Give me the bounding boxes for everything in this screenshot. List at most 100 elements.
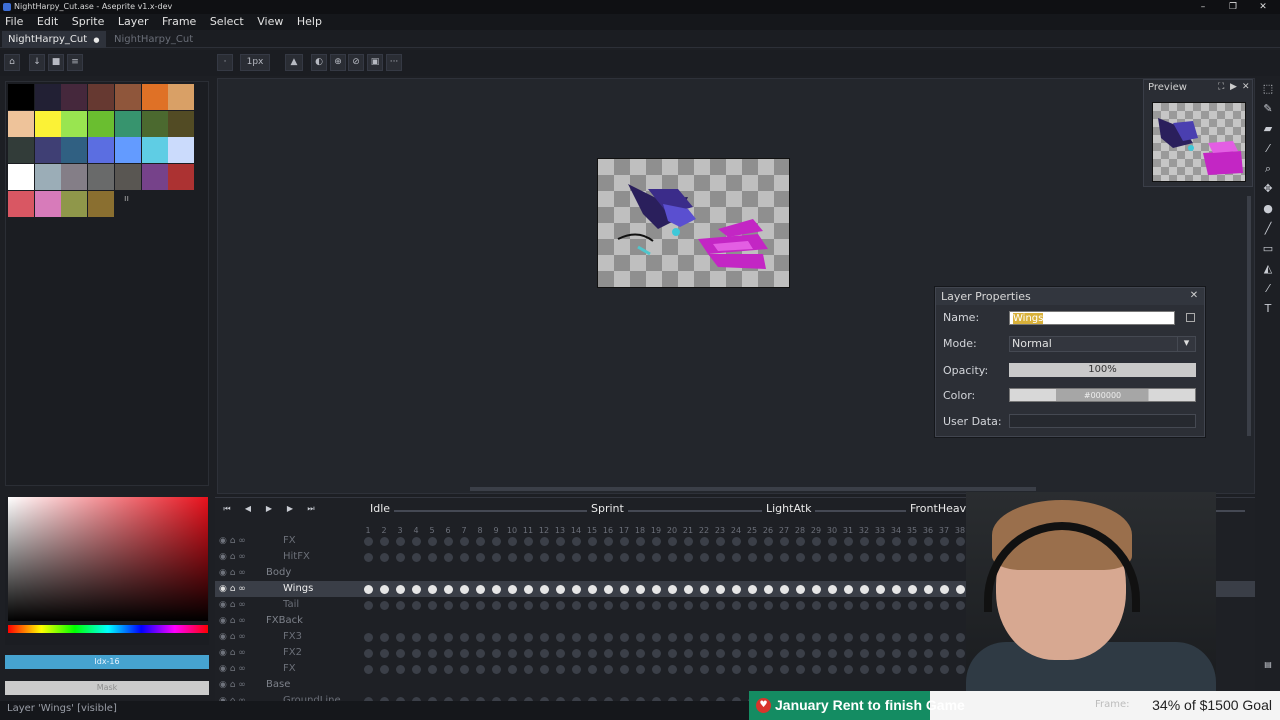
cel[interactable] — [780, 585, 789, 594]
palette-swatch[interactable] — [88, 190, 115, 217]
cel[interactable] — [412, 601, 421, 610]
cel[interactable] — [652, 537, 661, 546]
cel[interactable] — [892, 537, 901, 546]
cel[interactable] — [700, 537, 709, 546]
cel[interactable] — [380, 665, 389, 674]
layer-name[interactable]: HitFX — [283, 549, 310, 565]
cel[interactable] — [748, 585, 757, 594]
cel[interactable] — [428, 537, 437, 546]
cel[interactable] — [716, 585, 725, 594]
cel[interactable] — [716, 537, 725, 546]
cel[interactable] — [412, 553, 421, 562]
cel[interactable] — [684, 649, 693, 658]
cel[interactable] — [524, 537, 533, 546]
cel[interactable] — [524, 649, 533, 658]
cel[interactable] — [444, 633, 453, 642]
cel[interactable] — [716, 601, 725, 610]
cel[interactable] — [700, 601, 709, 610]
cel[interactable] — [492, 553, 501, 562]
stamp-icon[interactable]: ▲ — [285, 54, 303, 71]
cel[interactable] — [588, 633, 597, 642]
background-color-bar[interactable]: Mask — [5, 681, 209, 695]
tag-lightatk[interactable]: LightAtk — [762, 502, 816, 516]
cel[interactable] — [572, 537, 581, 546]
cel[interactable] — [924, 649, 933, 658]
cel[interactable] — [780, 537, 789, 546]
cel[interactable] — [396, 633, 405, 642]
layer-visibility-lock-icons[interactable]: ◉ ⌂ ∞ — [219, 677, 267, 693]
cel[interactable] — [492, 601, 501, 610]
palette-swatch[interactable] — [168, 110, 195, 137]
palette-swatch[interactable] — [168, 164, 195, 191]
download-icon[interactable]: ↓ — [29, 54, 45, 71]
cel[interactable] — [508, 601, 517, 610]
cel[interactable] — [716, 649, 725, 658]
close-window-button[interactable]: ✕ — [1249, 0, 1277, 14]
user-data-field[interactable] — [1009, 414, 1196, 428]
cel[interactable] — [380, 537, 389, 546]
cel[interactable] — [748, 537, 757, 546]
cel[interactable] — [652, 553, 661, 562]
cel[interactable] — [604, 585, 613, 594]
line-tool-icon[interactable]: ╱ — [1260, 221, 1276, 237]
cel[interactable] — [460, 585, 469, 594]
cel[interactable] — [924, 633, 933, 642]
cel[interactable] — [940, 585, 949, 594]
saturation-value-box[interactable] — [8, 497, 208, 621]
layer-visibility-lock-icons[interactable]: ◉ ⌂ ∞ — [219, 581, 267, 597]
cel[interactable] — [412, 633, 421, 642]
palette-swatch[interactable] — [61, 190, 88, 217]
cel[interactable] — [652, 649, 661, 658]
layer-name[interactable]: Base — [266, 677, 290, 693]
cel[interactable] — [540, 537, 549, 546]
cel[interactable] — [636, 537, 645, 546]
cel[interactable] — [956, 601, 965, 610]
cel[interactable] — [892, 633, 901, 642]
cel[interactable] — [732, 585, 741, 594]
pencil-tool-icon[interactable]: ✎ — [1260, 101, 1276, 117]
cel[interactable] — [668, 553, 677, 562]
cel[interactable] — [444, 553, 453, 562]
palette-swatch[interactable] — [114, 137, 141, 164]
cel[interactable] — [828, 665, 837, 674]
palette-swatch[interactable] — [114, 84, 141, 110]
cel[interactable] — [844, 633, 853, 642]
cel[interactable] — [428, 665, 437, 674]
cel[interactable] — [556, 633, 565, 642]
cel[interactable] — [652, 633, 661, 642]
cel[interactable] — [892, 665, 901, 674]
cel[interactable] — [844, 601, 853, 610]
layer-visibility-lock-icons[interactable]: ◉ ⌂ ∞ — [219, 645, 267, 661]
stop-icon[interactable]: ■ — [48, 54, 64, 71]
cel[interactable] — [732, 649, 741, 658]
cel[interactable] — [940, 665, 949, 674]
menu-select[interactable]: Select — [205, 14, 249, 30]
cel[interactable] — [476, 537, 485, 546]
cel[interactable] — [588, 537, 597, 546]
cel[interactable] — [860, 553, 869, 562]
cel[interactable] — [380, 585, 389, 594]
cel[interactable] — [780, 633, 789, 642]
cel[interactable] — [956, 537, 965, 546]
layer-visibility-lock-icons[interactable]: ◉ ⌂ ∞ — [219, 629, 267, 645]
cel[interactable] — [716, 665, 725, 674]
palette-swatch[interactable] — [114, 110, 141, 137]
palette-swatch[interactable] — [88, 137, 115, 164]
cel[interactable] — [924, 537, 933, 546]
layer-name[interactable]: FXBack — [266, 613, 303, 629]
cel[interactable] — [892, 553, 901, 562]
palette-menu-icon[interactable]: ≡ — [67, 54, 83, 71]
cel[interactable] — [444, 649, 453, 658]
play-animation-icon[interactable]: ▶ — [261, 502, 277, 516]
cel[interactable] — [428, 649, 437, 658]
contour-tool-icon[interactable]: ◭ — [1260, 261, 1276, 277]
cel[interactable] — [460, 601, 469, 610]
cel[interactable] — [892, 585, 901, 594]
cel[interactable] — [860, 585, 869, 594]
cel[interactable] — [748, 633, 757, 642]
cel[interactable] — [572, 649, 581, 658]
palette-swatch[interactable] — [61, 164, 88, 191]
cel[interactable] — [844, 553, 853, 562]
cel[interactable] — [796, 665, 805, 674]
cel[interactable] — [572, 665, 581, 674]
